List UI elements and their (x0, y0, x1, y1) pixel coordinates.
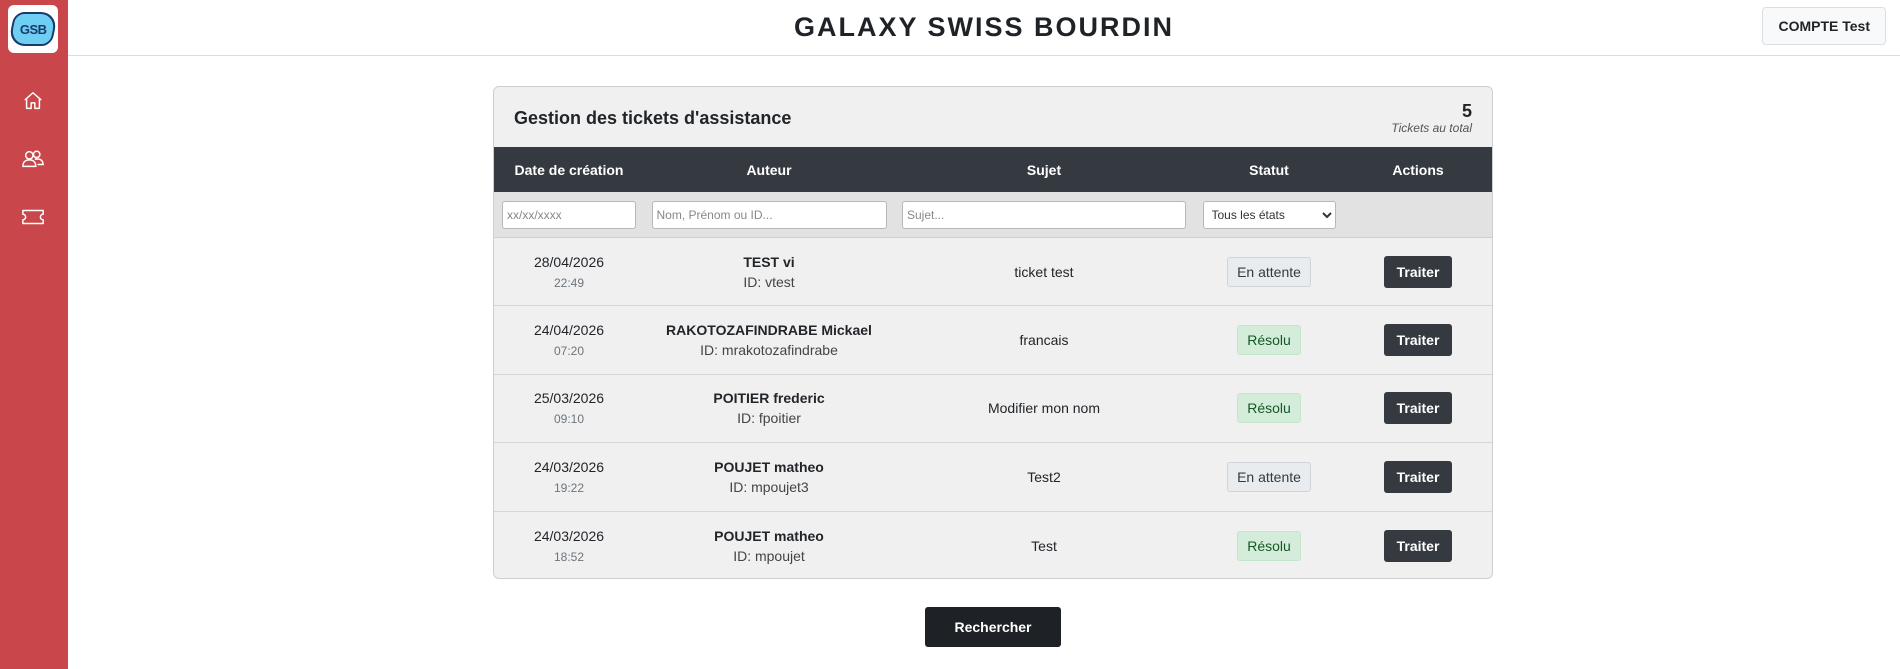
traiter-button[interactable]: Traiter (1383, 255, 1453, 288)
account-button[interactable]: COMPTE Test (1762, 7, 1886, 45)
table-row: 24/03/2026 19:22 POUJET matheo ID: mpouj… (494, 443, 1492, 512)
table-row: 24/03/2026 18:52 POUJET matheo ID: mpouj… (494, 512, 1492, 578)
tickets-total-count: 5 (1461, 101, 1472, 121)
ticket-subject: Test (1031, 537, 1057, 554)
ticket-subject: ticket test (1014, 263, 1074, 280)
ticket-subject: Test2 (1027, 468, 1061, 485)
header-author: Auteur (746, 161, 792, 178)
subject-filter-input[interactable] (902, 200, 1186, 229)
date-filter-input[interactable] (502, 200, 636, 229)
tickets-card: Gestion des tickets d'assistance 5 Ticke… (493, 86, 1493, 579)
ticket-date: 28/04/2026 (533, 253, 605, 270)
table-row: 28/04/2026 22:49 TEST vi ID: vtest ticke… (494, 238, 1492, 307)
author-filter-input[interactable] (651, 200, 887, 229)
traiter-button[interactable]: Traiter (1383, 392, 1453, 425)
filter-row: Tous les états (494, 192, 1492, 238)
ticket-icon[interactable] (19, 203, 47, 231)
ticket-author-id: ID: fpoitier (737, 410, 801, 427)
tickets-total-label: Tickets au total (1391, 121, 1472, 135)
header-status: Statut (1249, 161, 1289, 178)
ticket-author-name: POUJET matheo (714, 527, 824, 544)
sidebar: GSB (0, 0, 68, 669)
ticket-subject: Modifier mon nom (987, 400, 1101, 417)
gsb-logo[interactable]: GSB (7, 5, 59, 53)
home-icon[interactable] (19, 87, 47, 115)
status-badge: En attente (1227, 256, 1311, 287)
ticket-subject: francais (1019, 332, 1069, 349)
ticket-author-name: POUJET matheo (714, 458, 824, 475)
header-date: Date de création (514, 161, 624, 178)
status-badge: Résolu (1237, 530, 1301, 561)
ticket-date: 24/03/2026 (533, 527, 605, 544)
table-row: 25/03/2026 09:10 POITIER frederic ID: fp… (494, 375, 1492, 444)
ticket-author-name: TEST vi (743, 253, 795, 270)
search-button[interactable]: Rechercher (925, 607, 1061, 647)
top-bar: GALAXY SWISS BOURDIN COMPTE Test (68, 0, 1900, 56)
ticket-time: 18:52 (553, 549, 585, 564)
table-row: 24/04/2026 07:20 RAKOTOZAFINDRABE Mickae… (494, 306, 1492, 375)
brand-title: GALAXY SWISS BOURDIN (793, 12, 1175, 42)
status-filter-select[interactable]: Tous les états (1202, 200, 1336, 229)
ticket-author-id: ID: mrakotozafindrabe (700, 342, 838, 359)
table-header: Date de création Auteur Sujet Statut Act… (494, 147, 1492, 192)
card-title: Gestion des tickets d'assistance (514, 108, 792, 128)
ticket-rows: 28/04/2026 22:49 TEST vi ID: vtest ticke… (494, 238, 1492, 578)
ticket-time: 22:49 (553, 275, 585, 290)
ticket-time: 19:22 (553, 480, 585, 495)
users-icon[interactable] (19, 145, 47, 173)
ticket-date: 24/03/2026 (533, 458, 605, 475)
ticket-date: 24/04/2026 (533, 322, 605, 339)
ticket-time: 07:20 (553, 344, 585, 359)
header-actions: Actions (1392, 161, 1444, 178)
ticket-author-id: ID: mpoujet3 (729, 478, 809, 495)
ticket-date: 25/03/2026 (533, 390, 605, 407)
header-subject: Sujet (1026, 161, 1062, 178)
traiter-button[interactable]: Traiter (1383, 529, 1453, 562)
status-badge: Résolu (1237, 393, 1301, 424)
status-badge: En attente (1227, 461, 1311, 492)
ticket-author-id: ID: mpoujet (733, 547, 805, 564)
card-header: Gestion des tickets d'assistance 5 Ticke… (494, 87, 1492, 147)
status-badge: Résolu (1237, 325, 1301, 356)
ticket-time: 09:10 (553, 412, 585, 427)
logo-text: GSB (19, 21, 47, 37)
ticket-author-name: RAKOTOZAFINDRABE Mickael (666, 322, 872, 339)
ticket-author-id: ID: vtest (743, 273, 795, 290)
traiter-button[interactable]: Traiter (1383, 460, 1453, 493)
ticket-author-name: POITIER frederic (713, 390, 825, 407)
traiter-button[interactable]: Traiter (1383, 324, 1453, 357)
